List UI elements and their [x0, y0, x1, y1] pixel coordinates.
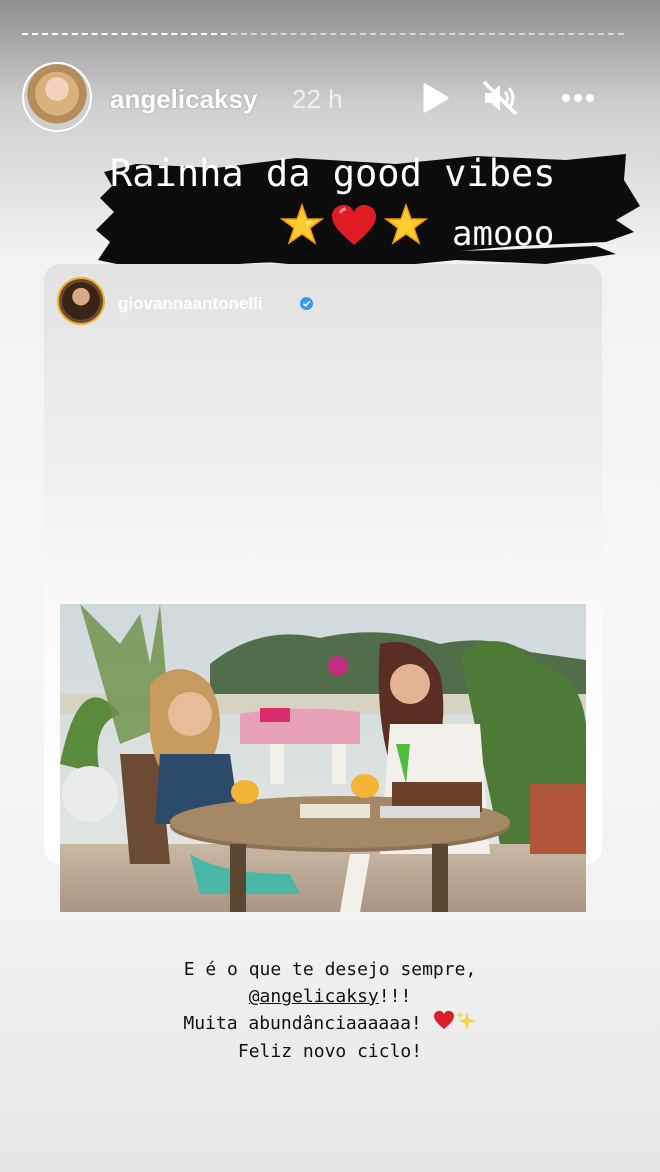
post-caption: E é o que te desejo sempre, @angelicaksy…: [0, 956, 660, 1065]
play-icon[interactable]: [414, 78, 454, 118]
progress-segment-remaining: [231, 33, 624, 37]
shared-post-image[interactable]: [60, 604, 586, 912]
avatar[interactable]: [22, 62, 92, 132]
caption-mention-link[interactable]: @angelicaksy: [249, 986, 379, 1007]
story-header: angelicaksy 22 h: [22, 62, 638, 132]
caption-line-3: Muita abundânciaaaaaa!: [183, 1013, 422, 1034]
shared-post-avatar[interactable]: [57, 277, 105, 325]
story-username[interactable]: angelicaksy: [110, 84, 257, 115]
speaker-muted-icon[interactable]: [480, 78, 520, 118]
more-dots-icon[interactable]: [558, 78, 598, 118]
story-timestamp: 22 h: [292, 84, 343, 114]
star-icon: [384, 203, 428, 245]
shared-post-username[interactable]: giovannaantonelli: [118, 294, 263, 314]
progress-segment-current: [22, 33, 227, 37]
scene-illustration: [60, 604, 586, 912]
story-progress-bar: [22, 33, 624, 36]
caption-line-4: Feliz novo ciclo!: [237, 1041, 423, 1062]
heart-icon: [332, 205, 376, 245]
sticker-text-line2: amooo: [452, 214, 555, 254]
caption-line-1: E é o que te desejo sempre,: [183, 959, 477, 980]
sticker-emojis: [280, 203, 428, 247]
heart-icon: [433, 1010, 455, 1038]
verified-badge-icon: [300, 297, 313, 310]
sticker-text-line1: Rainha da good vibes: [110, 152, 556, 195]
caption-mention-suffix: !!!: [378, 986, 412, 1007]
sparkles-icon: [455, 1010, 477, 1038]
star-icon: [280, 203, 324, 245]
